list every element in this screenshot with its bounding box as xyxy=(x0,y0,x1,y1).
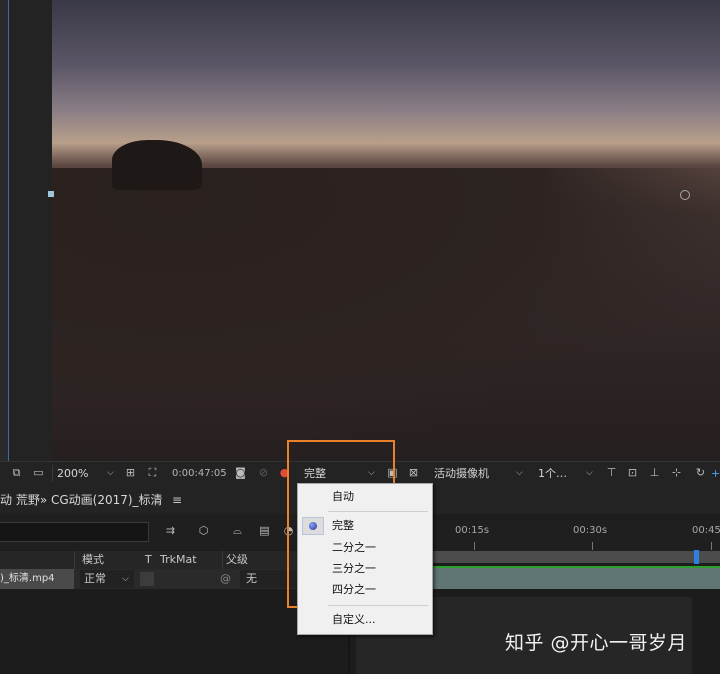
frame-blending-icon[interactable]: ⌓ xyxy=(231,525,244,537)
show-snapshot-icon[interactable]: ⊘ xyxy=(257,467,270,479)
layer-handle-left[interactable] xyxy=(48,191,54,197)
plus-button[interactable]: + xyxy=(711,462,720,486)
timeline-tab-title[interactable]: 动 荒野» CG动画(2017)_标清 xyxy=(0,488,163,512)
chevron-down-icon: ⌵ xyxy=(107,468,114,478)
zoom-value: 200% xyxy=(57,467,89,480)
menu-item-auto[interactable]: 自动 xyxy=(298,487,432,507)
anchor-point-icon[interactable] xyxy=(680,190,690,200)
column-trkmat[interactable]: TrkMat xyxy=(160,551,197,569)
chevron-down-icon: ⌵ xyxy=(586,468,593,478)
menu-item-third[interactable]: 三分之一 xyxy=(298,559,432,579)
ruler-tick xyxy=(592,542,593,550)
composition-viewer[interactable] xyxy=(0,0,720,461)
column-mode[interactable]: 模式 xyxy=(82,551,104,569)
trkmat-box[interactable] xyxy=(140,572,154,586)
fit-region-icon[interactable]: ⊞ xyxy=(124,467,137,479)
watermark-text: 知乎 @开心一哥岁月 xyxy=(505,632,688,654)
radio-selected-icon xyxy=(309,522,317,530)
hill-silhouette xyxy=(52,168,720,461)
left-panel-edge xyxy=(0,0,9,461)
menu-item-full[interactable]: 完整 xyxy=(298,516,432,536)
camera-snapshot-icon[interactable]: ◙ xyxy=(234,467,247,479)
parent-value: 无 xyxy=(246,572,257,585)
views-dropdown[interactable]: 1个… ⌵ xyxy=(534,465,598,482)
reset-exposure-icon[interactable]: ↻ xyxy=(694,467,707,479)
header-spacer xyxy=(0,551,75,569)
column-parent[interactable]: 父级 xyxy=(222,551,248,569)
toggle-pixel-icon[interactable]: ⊤ xyxy=(605,467,618,479)
ruler-label: 00:15s xyxy=(455,525,490,536)
motion-blur-icon[interactable]: ▤ xyxy=(258,525,271,537)
ruler-tick xyxy=(711,542,712,550)
always-preview-icon[interactable]: ⧉ xyxy=(10,467,23,479)
menu-item-quarter[interactable]: 四分之一 xyxy=(298,580,432,600)
menu-item-custom[interactable]: 自定义... xyxy=(298,610,432,630)
timeline-icon[interactable]: ⊥ xyxy=(648,467,661,479)
menu-separator xyxy=(328,605,428,606)
zoom-dropdown[interactable]: 200% ⌵ xyxy=(52,465,123,482)
resolution-menu: 自动 完整 二分之一 三分之一 四分之一 自定义... xyxy=(297,483,433,635)
monitor-icon[interactable]: ▭ xyxy=(32,467,45,479)
menu-item-half[interactable]: 二分之一 xyxy=(298,538,432,558)
blend-mode-dropdown[interactable]: 正常 ⌵ xyxy=(80,570,134,588)
current-time[interactable]: 0:00:47:05 xyxy=(172,462,227,486)
column-t[interactable]: T xyxy=(145,551,152,569)
camera-value: 活动摄像机 xyxy=(434,467,489,480)
layer-search-input[interactable] xyxy=(0,522,149,542)
fast-preview-icon[interactable]: ⊡ xyxy=(626,467,639,479)
work-area-bar[interactable] xyxy=(430,550,720,564)
chevron-down-icon: ⌵ xyxy=(122,574,129,584)
ruler-tick xyxy=(474,542,475,550)
work-area-end-handle[interactable] xyxy=(694,550,699,564)
views-value: 1个… xyxy=(538,467,567,480)
blend-mode-value: 正常 xyxy=(84,572,106,585)
camera-dropdown[interactable]: 活动摄像机 ⌵ xyxy=(430,465,530,482)
layer-name[interactable]: )_标清.mp4 xyxy=(0,569,74,589)
ruler-label: 00:30s xyxy=(573,525,608,536)
chevron-down-icon: ⌵ xyxy=(516,468,523,478)
transparency-grid-icon[interactable]: ⛶ xyxy=(146,467,159,479)
menu-separator xyxy=(328,511,428,512)
flowchart-icon[interactable]: ⊹ xyxy=(670,467,683,479)
pickwhip-icon[interactable]: @ xyxy=(220,569,231,589)
tree-silhouette xyxy=(112,140,202,190)
footage-frame xyxy=(52,0,720,461)
panel-menu-icon[interactable]: ≡ xyxy=(172,488,182,512)
ruler-label: 00:45 xyxy=(692,525,720,536)
layer-duration-bar[interactable] xyxy=(430,566,720,590)
draft-3d-icon[interactable]: ⇉ xyxy=(164,525,177,537)
time-ruler[interactable]: 00:15s 00:30s 00:45 xyxy=(430,520,720,552)
transparency-toggle-icon[interactable]: ⊠ xyxy=(407,467,420,479)
shy-layers-icon[interactable]: ⬡ xyxy=(197,525,210,537)
